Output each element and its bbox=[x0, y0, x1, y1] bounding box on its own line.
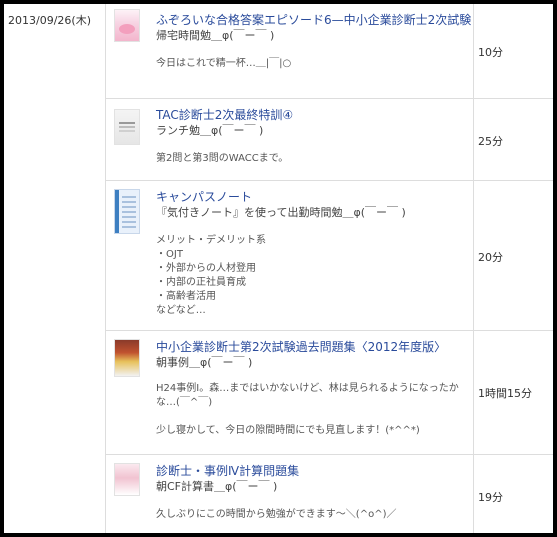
entry-note: メリット・デメリット系 ・OJT ・外部からの人材登用 ・内部の正社員育成 ・高… bbox=[156, 235, 266, 316]
entry-note: 久しぶりにこの時間から勉強ができます〜＼(^o^)／ bbox=[156, 509, 397, 520]
log-entry: 診断士・事例Ⅳ計算問題集 朝CF計算書＿φ(￣ー￣ ) 久しぶりにこの時間から勉… bbox=[106, 454, 553, 533]
study-duration: 19分 bbox=[478, 491, 503, 504]
entry-content: キャンパスノート 『気付きノート』を使って出勤時間勉＿φ(￣ー￣ ) メリット・… bbox=[156, 189, 476, 318]
entry-subtitle: 朝CF計算書＿φ(￣ー￣ ) bbox=[156, 480, 278, 493]
book-title-link[interactable]: 中小企業診断士第2次試験過去問題集〈2012年度版〉 bbox=[156, 339, 476, 355]
book-title-link[interactable]: TAC診断士2次最終特訓④ bbox=[156, 107, 476, 123]
book-cover-thumbnail[interactable] bbox=[114, 339, 140, 377]
book-cover-thumbnail[interactable] bbox=[114, 463, 140, 496]
log-entry: ふぞろいな合格答案エピソード6—中小企業診断士2次試験 帰宅時間勉＿φ(￣ー￣ … bbox=[106, 4, 553, 98]
book-cover-thumbnail[interactable] bbox=[114, 9, 140, 42]
log-entry: 中小企業診断士第2次試験過去問題集〈2012年度版〉 朝事例＿φ(￣ー￣ ) H… bbox=[106, 330, 553, 455]
study-duration: 20分 bbox=[478, 251, 503, 264]
book-cover-thumbnail[interactable] bbox=[114, 189, 140, 234]
entry-note: 第2問と第3問のWACCまで。 bbox=[156, 153, 289, 164]
entry-content: TAC診断士2次最終特訓④ ランチ勉＿φ(￣ー￣ ) 第2問と第3問のWACCま… bbox=[156, 107, 476, 166]
study-duration: 1時間15分 bbox=[478, 387, 532, 400]
study-duration: 10分 bbox=[478, 46, 503, 59]
study-log-panel: 2013/09/26(木) ふぞろいな合格答案エピソード6—中小企業診断士2次試… bbox=[0, 0, 557, 537]
entry-note: H24事例Ⅰ。森…まではいかないけど、林は見られるようになったかな…(￣^￣) … bbox=[156, 383, 459, 436]
book-title-link[interactable]: キャンパスノート bbox=[156, 189, 476, 205]
log-entry: キャンパスノート 『気付きノート』を使って出勤時間勉＿φ(￣ー￣ ) メリット・… bbox=[106, 180, 553, 331]
log-date: 2013/09/26(木) bbox=[8, 14, 91, 27]
entry-note: 今日はこれで精一杯…＿|￣|○ bbox=[156, 58, 292, 69]
book-title-link[interactable]: ふぞろいな合格答案エピソード6—中小企業診断士2次試験 bbox=[156, 12, 476, 28]
entry-content: 中小企業診断士第2次試験過去問題集〈2012年度版〉 朝事例＿φ(￣ー￣ ) H… bbox=[156, 339, 476, 438]
entry-content: 診断士・事例Ⅳ計算問題集 朝CF計算書＿φ(￣ー￣ ) 久しぶりにこの時間から勉… bbox=[156, 463, 476, 522]
study-duration: 25分 bbox=[478, 135, 503, 148]
book-title-link[interactable]: 診断士・事例Ⅳ計算問題集 bbox=[156, 463, 476, 479]
entry-subtitle: 『気付きノート』を使って出勤時間勉＿φ(￣ー￣ ) bbox=[156, 206, 406, 219]
entry-subtitle: 帰宅時間勉＿φ(￣ー￣ ) bbox=[156, 29, 275, 42]
entry-subtitle: ランチ勉＿φ(￣ー￣ ) bbox=[156, 124, 264, 137]
book-cover-thumbnail[interactable] bbox=[114, 109, 140, 145]
log-entry: TAC診断士2次最終特訓④ ランチ勉＿φ(￣ー￣ ) 第2問と第3問のWACCま… bbox=[106, 98, 553, 181]
entry-subtitle: 朝事例＿φ(￣ー￣ ) bbox=[156, 356, 253, 369]
entry-content: ふぞろいな合格答案エピソード6—中小企業診断士2次試験 帰宅時間勉＿φ(￣ー￣ … bbox=[156, 12, 476, 71]
